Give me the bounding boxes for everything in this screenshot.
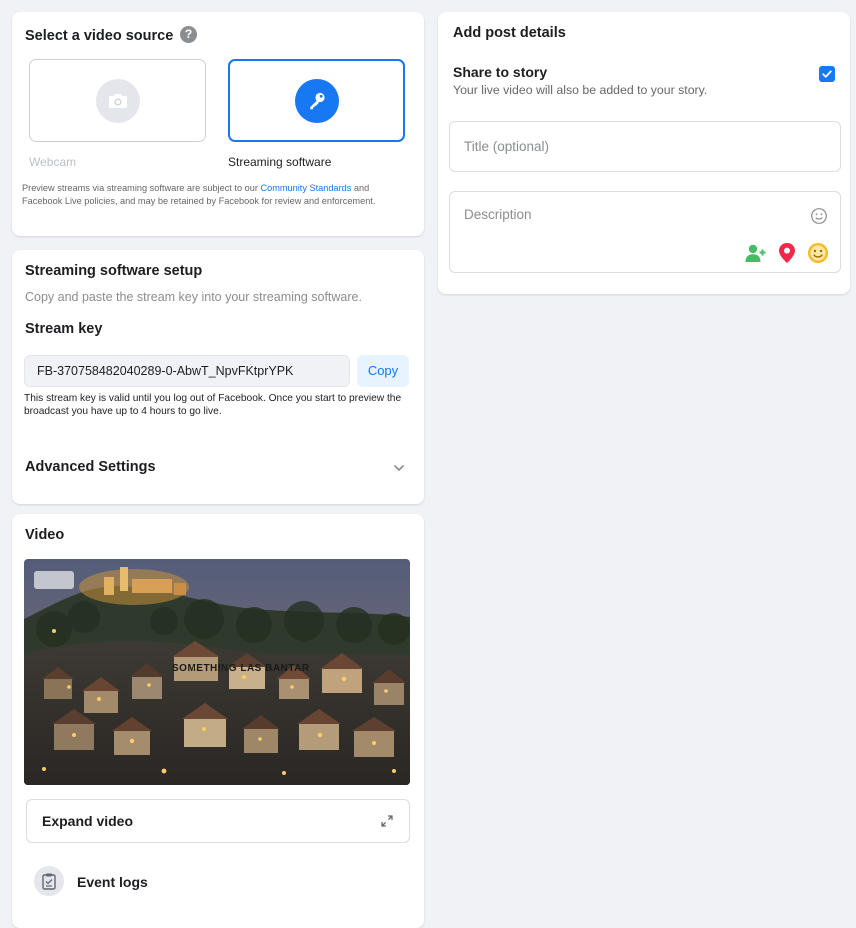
stream-key-note: This stream key is valid until you log o… — [24, 393, 402, 417]
event-logs-label: Event logs — [77, 874, 148, 890]
share-to-story-label: Share to story — [453, 64, 548, 80]
expand-icon — [380, 814, 394, 833]
location-pin-icon[interactable] — [777, 242, 797, 269]
video-card: Video SOMETHING LAS BANTAR Expand video … — [12, 514, 424, 928]
setup-title: Streaming software setup — [25, 263, 203, 279]
share-to-story-checkbox[interactable] — [819, 66, 835, 82]
copy-button[interactable]: Copy — [357, 355, 409, 387]
streaming-software-label: Streaming software — [228, 155, 332, 169]
policy-text-before: Preview streams via streaming software a… — [22, 183, 261, 193]
stream-key-label: Stream key — [25, 321, 103, 337]
description-field — [449, 191, 841, 273]
webcam-source-tile[interactable] — [29, 59, 206, 142]
advanced-settings-label: Advanced Settings — [25, 459, 156, 475]
post-details-card: Add post details Share to story Your liv… — [438, 12, 850, 294]
video-title: Video — [25, 527, 65, 543]
event-logs-button[interactable]: Event logs — [26, 859, 226, 903]
video-status-badge — [34, 571, 74, 589]
post-details-title: Add post details — [453, 25, 566, 41]
advanced-settings-toggle[interactable]: Advanced Settings — [12, 448, 424, 488]
question-icon[interactable]: ? — [180, 26, 197, 43]
expand-video-label: Expand video — [42, 813, 134, 829]
source-policy-note: Preview streams via streaming software a… — [22, 182, 406, 208]
expand-video-button[interactable]: Expand video — [26, 799, 410, 843]
share-to-story-description: Your live video will also be added to yo… — [453, 83, 708, 97]
video-preview[interactable]: SOMETHING LAS BANTAR — [24, 559, 410, 785]
streaming-setup-card: Streaming software setup Copy and paste … — [12, 250, 424, 504]
streaming-software-source-tile[interactable] — [228, 59, 405, 142]
smile-outline-icon[interactable] — [810, 207, 828, 230]
stream-key-field[interactable]: FB-370758482040289-0-AbwT_NpvFKtprYPK — [24, 355, 350, 387]
video-overlay-text: SOMETHING LAS BANTAR — [172, 663, 310, 674]
webcam-label: Webcam — [29, 155, 77, 169]
video-source-card: Select a video source ? Webcam Streaming… — [12, 12, 424, 236]
checkmark-icon — [822, 70, 832, 78]
clipboard-icon — [34, 866, 64, 896]
video-source-title: Select a video source — [25, 28, 174, 44]
key-icon — [294, 78, 339, 123]
camera-icon — [95, 78, 140, 123]
title-field — [449, 121, 841, 172]
chevron-down-icon — [392, 461, 406, 480]
title-input[interactable] — [450, 122, 840, 171]
feeling-emoji-icon[interactable] — [807, 242, 829, 269]
community-standards-link[interactable]: Community Standards — [260, 183, 351, 193]
tag-people-icon[interactable] — [744, 242, 768, 269]
setup-subtitle: Copy and paste the stream key into your … — [25, 290, 362, 304]
